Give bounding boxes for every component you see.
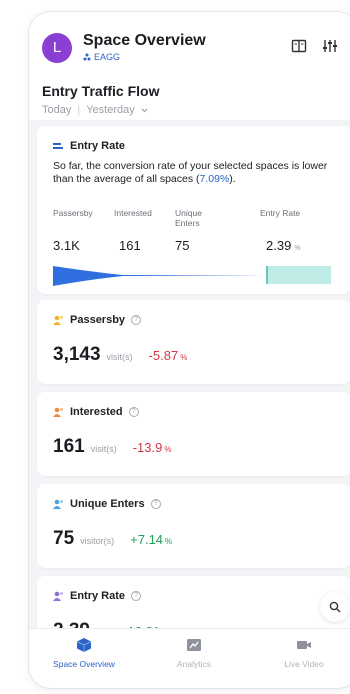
- metric-title: Unique Enters: [70, 498, 145, 510]
- metric-header: Interested ?: [53, 406, 139, 418]
- date-divider: |: [77, 104, 81, 116]
- entry-rate-bar: [267, 266, 331, 284]
- metric-card-interested[interactable]: Interested ? 161 visit(s) -13.9%: [37, 392, 350, 476]
- tab-label: Analytics: [176, 659, 211, 669]
- chevron-down-icon[interactable]: [141, 108, 148, 113]
- column-value-passersby: 3.1K: [53, 238, 80, 253]
- average-percent: 7.09%: [199, 173, 230, 185]
- header: L Space Overview EAGG Entry Traffic Flow: [29, 12, 350, 120]
- flow-icon: [53, 143, 63, 149]
- person-icon: [53, 499, 63, 509]
- search-button[interactable]: [320, 592, 350, 622]
- column-value-interested: 161: [119, 238, 141, 253]
- tab-analytics[interactable]: Analytics: [139, 637, 249, 669]
- change-value: -5.87: [148, 348, 179, 363]
- column-value-unique-enters: 75: [175, 238, 190, 253]
- cube-icon: [76, 638, 92, 652]
- funnel-shape: [53, 266, 265, 286]
- tab-label: Space Overview: [53, 659, 115, 669]
- description-end: ).: [229, 173, 236, 185]
- org-selector[interactable]: EAGG: [83, 52, 120, 62]
- entry-rate-unit: %: [294, 245, 301, 252]
- entry-card-header: Entry Rate: [53, 140, 125, 152]
- column-header-entry-rate: Entry Rate: [260, 208, 301, 218]
- entry-card-description: So far, the conversion rate of your sele…: [53, 160, 345, 186]
- help-icon[interactable]: ?: [128, 407, 139, 417]
- metric-unit: visitor(s): [80, 536, 115, 546]
- page-title: Space Overview: [83, 32, 206, 49]
- entry-rate-card: Entry Rate So far, the conversion rate o…: [37, 126, 350, 294]
- column-header-interested: Interested: [114, 208, 152, 218]
- column-header-passersby: Passersby: [53, 208, 93, 218]
- content-scroll[interactable]: Entry Rate So far, the conversion rate o…: [29, 120, 350, 646]
- change-unit: %: [180, 353, 188, 362]
- sliders-icon[interactable]: [322, 38, 338, 54]
- metric-title: Entry Rate: [70, 590, 126, 602]
- bottom-tab-bar: Space Overview Analytics Live Video: [29, 628, 350, 688]
- section-title: Entry Traffic Flow: [42, 83, 160, 99]
- funnel-graphic: [53, 266, 331, 286]
- metric-change: -5.87%: [149, 348, 188, 363]
- change-unit: %: [165, 537, 173, 546]
- column-value-entry-rate: 2.39%: [266, 238, 301, 253]
- column-header-unique-enters: Unique Enters: [175, 208, 202, 228]
- date-today[interactable]: Today: [42, 104, 71, 116]
- metric-unit: visit(s): [106, 352, 133, 362]
- date-selector: Today | Yesterday: [42, 104, 148, 116]
- metric-change: +7.14%: [130, 532, 172, 547]
- help-icon[interactable]: ?: [150, 499, 161, 509]
- tab-label: Live Video: [284, 659, 324, 669]
- tab-space-overview[interactable]: Space Overview: [29, 637, 139, 669]
- metric-header: Unique Enters ?: [53, 498, 161, 510]
- help-icon[interactable]: ?: [131, 591, 142, 601]
- org-icon: [83, 53, 91, 61]
- phone-frame: L Space Overview EAGG Entry Traffic Flow: [29, 12, 350, 688]
- date-yesterday[interactable]: Yesterday: [86, 104, 135, 116]
- entry-rate-value: 2.39: [266, 238, 292, 253]
- help-icon[interactable]: ?: [131, 315, 142, 325]
- metric-card-passersby[interactable]: Passersby ? 3,143 visit(s) -5.87%: [37, 300, 350, 384]
- avatar[interactable]: L: [42, 33, 72, 63]
- change-unit: %: [164, 445, 172, 454]
- tab-live-video[interactable]: Live Video: [249, 637, 350, 669]
- metric-value: 3,143: [53, 344, 101, 365]
- metric-header: Passersby ?: [53, 314, 142, 326]
- chart-icon: [187, 639, 201, 651]
- org-name: EAGG: [94, 52, 121, 62]
- change-value: -13.9: [132, 440, 163, 455]
- video-camera-icon: [297, 641, 311, 649]
- metric-value-row: 3,143 visit(s) -5.87%: [53, 344, 187, 366]
- metric-change: -13.9%: [133, 440, 172, 455]
- metric-value: 161: [53, 436, 85, 457]
- metric-unit: visit(s): [90, 444, 117, 454]
- metric-card-unique-enters[interactable]: Unique Enters ? 75 visitor(s) +7.14%: [37, 484, 350, 568]
- person-icon: [53, 407, 63, 417]
- description-text: So far, the conversion rate of your sele…: [53, 160, 328, 185]
- person-icon: [53, 315, 63, 325]
- metric-title: Passersby: [70, 314, 126, 326]
- metric-value-row: 75 visitor(s) +7.14%: [53, 528, 172, 550]
- metric-value: 75: [53, 528, 75, 549]
- metric-value-row: 161 visit(s) -13.9%: [53, 436, 171, 458]
- metric-header: Entry Rate ?: [53, 590, 142, 602]
- metric-title: Interested: [70, 406, 123, 418]
- person-icon: [53, 591, 63, 601]
- entry-card-title: Entry Rate: [70, 140, 126, 152]
- split-view-icon[interactable]: [291, 38, 307, 54]
- change-value: +7.14: [130, 532, 164, 547]
- search-icon: [329, 601, 341, 613]
